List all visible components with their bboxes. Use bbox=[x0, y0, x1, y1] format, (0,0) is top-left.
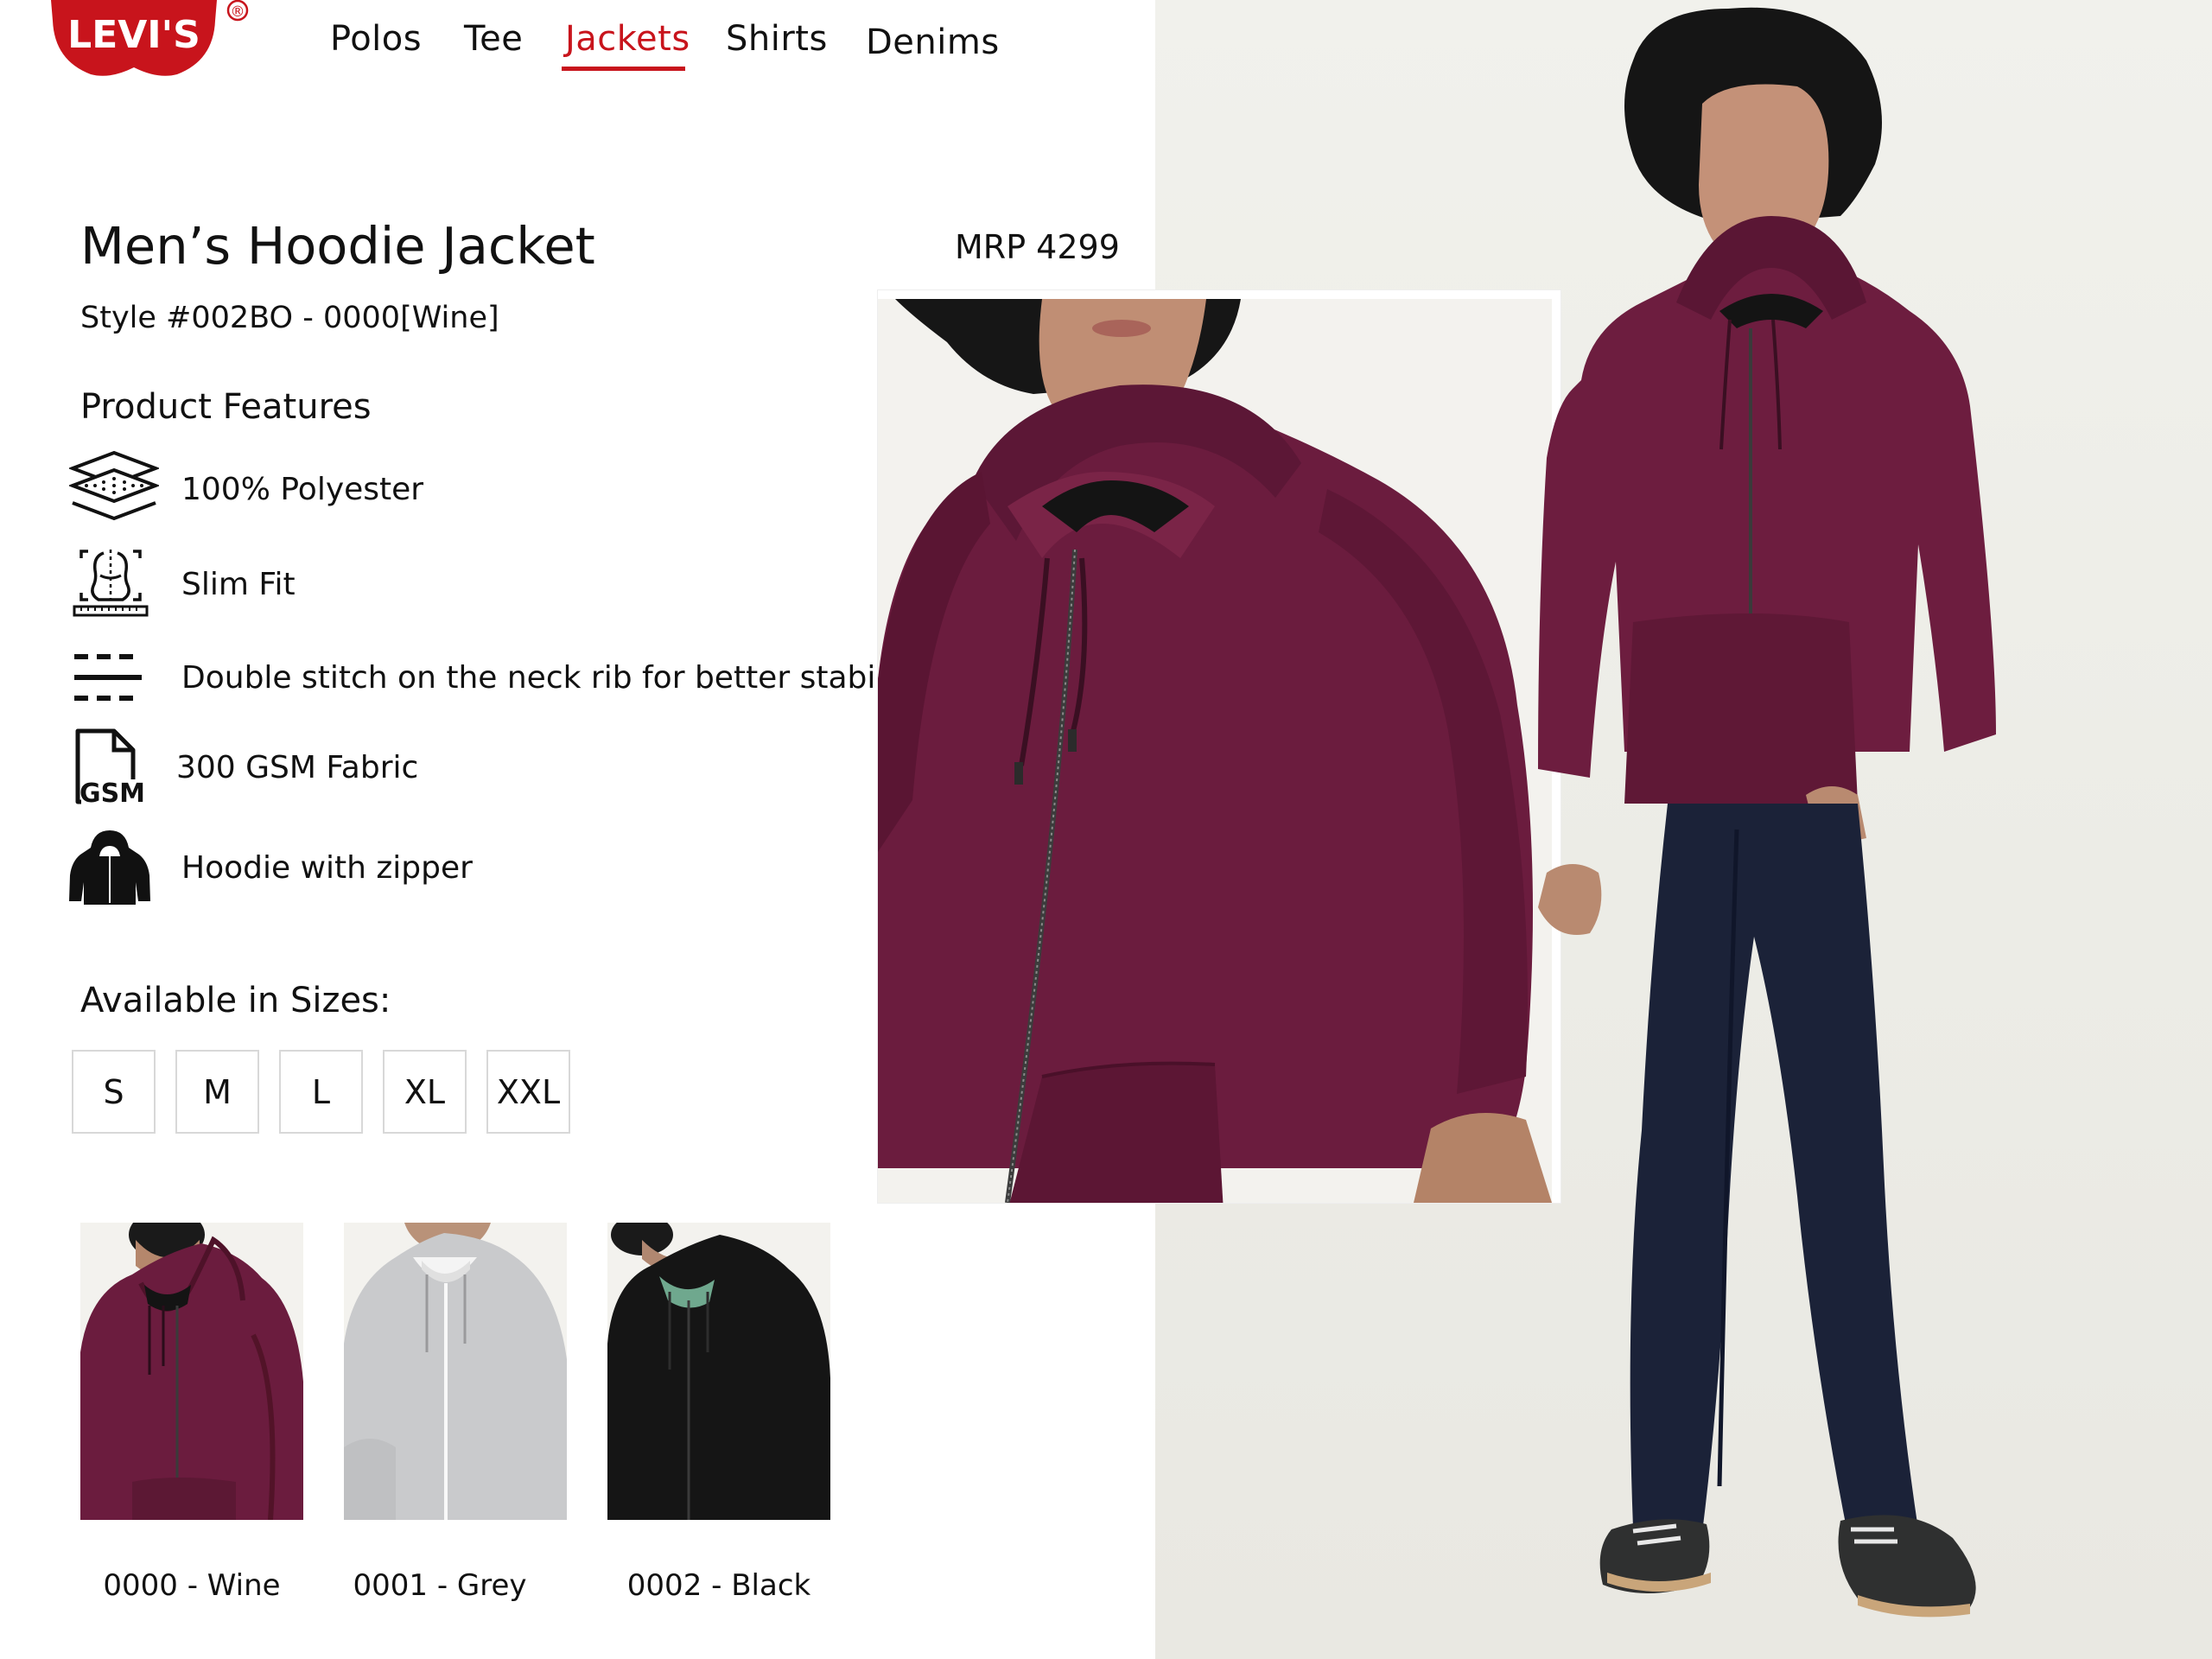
feature-text: 100% Polyester bbox=[181, 471, 424, 507]
zoom-image-frame bbox=[878, 290, 1560, 1203]
size-s-button[interactable]: S bbox=[72, 1050, 156, 1134]
color-label-wine: 0000 - Wine bbox=[103, 1568, 281, 1603]
double-stitch-icon bbox=[69, 636, 164, 719]
logo-wordmark: LEVI'S bbox=[67, 13, 200, 57]
feature-text: Hoodie with zipper bbox=[181, 849, 473, 886]
feature-item: Double stitch on the neck rib for better… bbox=[69, 636, 924, 719]
hoodie-closeup-image[interactable] bbox=[878, 299, 1552, 1203]
feature-text: 300 GSM Fabric bbox=[176, 749, 419, 785]
nav-tee[interactable]: Tee bbox=[464, 19, 523, 59]
hoodie-icon bbox=[69, 826, 164, 909]
color-swatch-grey[interactable] bbox=[344, 1223, 567, 1520]
nav-shirts[interactable]: Shirts bbox=[726, 19, 828, 59]
nav-denims[interactable]: Denims bbox=[866, 22, 1000, 62]
feature-item: Slim Fit bbox=[69, 543, 296, 626]
feature-text: Double stitch on the neck rib for better… bbox=[181, 659, 924, 696]
color-swatch-wine[interactable] bbox=[80, 1223, 303, 1520]
color-swatch-black[interactable] bbox=[607, 1223, 830, 1520]
feature-text: Slim Fit bbox=[181, 566, 296, 602]
size-xxl-button[interactable]: XXL bbox=[486, 1050, 570, 1134]
nav-jackets[interactable]: Jackets bbox=[565, 19, 690, 59]
model-full-image[interactable] bbox=[1529, 0, 2212, 1659]
size-xl-button[interactable]: XL bbox=[383, 1050, 467, 1134]
slim-fit-body-icon bbox=[69, 543, 164, 626]
feature-item: 100% Polyester bbox=[69, 448, 423, 531]
nav-active-underline bbox=[562, 67, 685, 71]
gsm-file-icon: GSM bbox=[69, 726, 164, 809]
color-label-grey: 0001 - Grey bbox=[353, 1568, 527, 1603]
sizes-heading: Available in Sizes: bbox=[80, 981, 391, 1020]
levis-logo[interactable]: LEVI'S ® bbox=[48, 0, 264, 90]
size-m-button[interactable]: M bbox=[175, 1050, 259, 1134]
registered-mark: ® bbox=[231, 3, 245, 21]
product-price: MRP 4299 bbox=[955, 228, 1120, 266]
feature-item: GSM 300 GSM Fabric bbox=[69, 726, 418, 809]
color-label-black: 0002 - Black bbox=[626, 1568, 811, 1603]
product-title: Men’s Hoodie Jacket bbox=[80, 216, 595, 276]
size-l-button[interactable]: L bbox=[279, 1050, 363, 1134]
feature-item: Hoodie with zipper bbox=[69, 826, 473, 909]
features-heading: Product Features bbox=[80, 387, 372, 427]
nav-polos[interactable]: Polos bbox=[330, 19, 422, 59]
size-selector: S M L XL XXL bbox=[72, 1050, 570, 1134]
style-number: Style #002BO - 0000[Wine] bbox=[80, 301, 499, 335]
fabric-layers-icon bbox=[69, 448, 164, 531]
svg-text:GSM: GSM bbox=[79, 779, 145, 807]
